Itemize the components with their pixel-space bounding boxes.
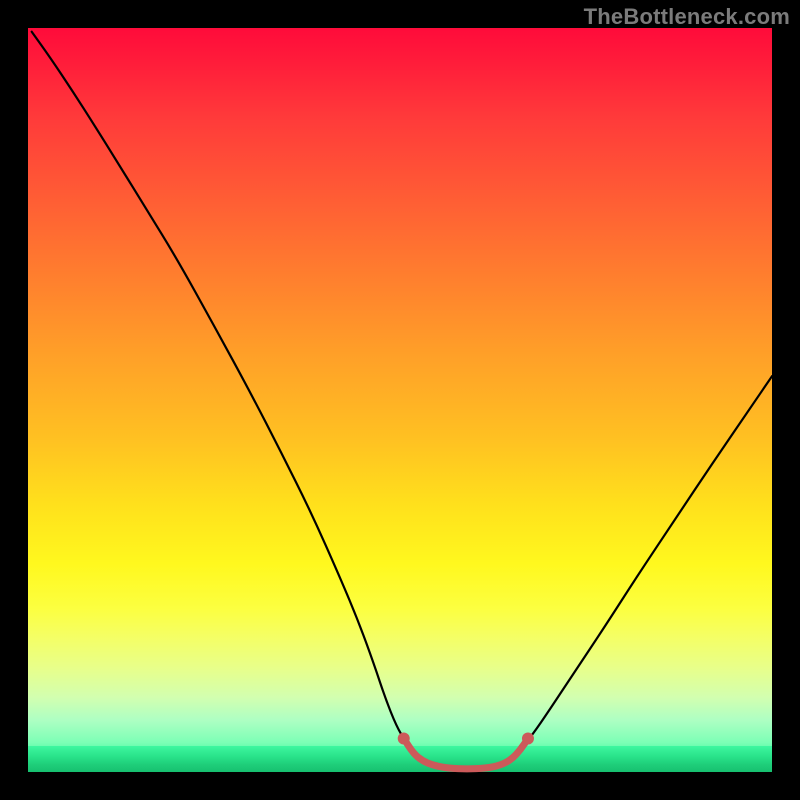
highlight-endpoints xyxy=(398,733,534,745)
watermark-text: TheBottleneck.com xyxy=(584,4,790,30)
curve-overlay xyxy=(28,28,772,772)
highlight-dot xyxy=(398,733,410,745)
highlight-arc xyxy=(404,739,528,769)
highlight-dot xyxy=(522,733,534,745)
v-curve xyxy=(32,32,772,769)
outer-frame: TheBottleneck.com xyxy=(0,0,800,800)
